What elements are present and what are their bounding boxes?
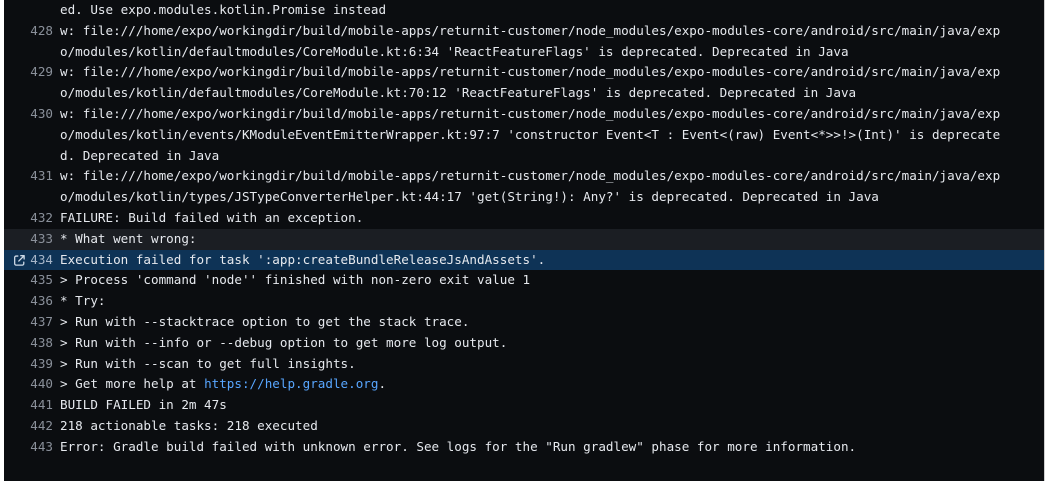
log-text: w: file:///home/expo/workingdir/build/mo… xyxy=(60,168,1001,184)
log-text: FAILURE: Build failed with an exception. xyxy=(60,209,364,225)
log-text: o/modules/kotlin/events/KModuleEventEmit… xyxy=(60,126,1001,142)
build-log-panel[interactable]: ed. Use expo.modules.kotlin.Promise inst… xyxy=(4,0,1045,481)
log-text: > Run with --stacktrace option to get th… xyxy=(60,313,470,329)
line-number[interactable]: 430 xyxy=(30,104,53,125)
log-line: o/modules/kotlin/defaultmodules/CoreModu… xyxy=(4,83,1044,104)
line-gutter xyxy=(4,83,60,104)
line-number[interactable]: 433 xyxy=(30,229,53,250)
log-text: o/modules/kotlin/defaultmodules/CoreModu… xyxy=(60,85,857,101)
log-text: Execution failed for task ':app:createBu… xyxy=(60,251,546,267)
log-line[interactable]: 430 w: file:///home/expo/workingdir/buil… xyxy=(4,104,1044,125)
line-number[interactable]: 436 xyxy=(30,291,53,312)
log-line: ed. Use expo.modules.kotlin.Promise inst… xyxy=(4,0,1044,21)
log-line[interactable]: 436 * Try: xyxy=(4,291,1044,312)
log-text: o/modules/kotlin/types/JSTypeConverterHe… xyxy=(60,189,879,205)
line-gutter: 429 xyxy=(4,62,60,83)
line-gutter: 440 xyxy=(4,374,60,395)
line-gutter: 435 xyxy=(4,270,60,291)
line-gutter xyxy=(4,42,60,63)
log-line[interactable]: 439 > Run with --scan to get full insigh… xyxy=(4,354,1044,375)
log-text: w: file:///home/expo/workingdir/build/mo… xyxy=(60,22,1001,38)
copy-link-icon[interactable] xyxy=(13,254,26,267)
line-gutter: 436 xyxy=(4,291,60,312)
line-gutter: 442 xyxy=(4,416,60,437)
line-number[interactable]: 440 xyxy=(30,374,53,395)
log-text: BUILD FAILED in 2m 47s xyxy=(60,397,227,413)
line-gutter xyxy=(4,0,60,21)
line-gutter xyxy=(4,125,60,146)
line-number[interactable]: 432 xyxy=(30,208,53,229)
log-line[interactable]: 438 > Run with --info or --debug option … xyxy=(4,333,1044,354)
log-line: o/modules/kotlin/types/JSTypeConverterHe… xyxy=(4,187,1044,208)
log-line[interactable]: 429 w: file:///home/expo/workingdir/buil… xyxy=(4,62,1044,83)
log-line[interactable]: 428 w: file:///home/expo/workingdir/buil… xyxy=(4,21,1044,42)
line-number[interactable]: 434 xyxy=(30,250,53,271)
log-text: > Run with --info or --debug option to g… xyxy=(60,334,508,350)
line-gutter xyxy=(4,187,60,208)
line-number[interactable]: 435 xyxy=(30,270,53,291)
line-gutter: 428 xyxy=(4,21,60,42)
page-frame: ed. Use expo.modules.kotlin.Promise inst… xyxy=(0,0,1054,494)
gradle-help-link[interactable]: https://help.gradle.org xyxy=(204,376,378,391)
log-text: * Try: xyxy=(60,293,106,309)
line-number[interactable]: 437 xyxy=(30,312,53,333)
line-number[interactable]: 438 xyxy=(30,333,53,354)
line-gutter: 437 xyxy=(4,312,60,333)
log-line-selected[interactable]: 434 Execution failed for task ':app:crea… xyxy=(4,249,1044,271)
log-line[interactable]: 440 > Get more help at https://help.grad… xyxy=(4,374,1044,395)
log-text: > Process 'command 'node'' finished with… xyxy=(60,272,531,288)
log-text: o/modules/kotlin/defaultmodules/CoreModu… xyxy=(60,43,849,59)
log-line: o/modules/kotlin/events/KModuleEventEmit… xyxy=(4,125,1044,146)
log-text: ed. Use expo.modules.kotlin.Promise inst… xyxy=(60,2,387,17)
log-text: 218 actionable tasks: 218 executed xyxy=(60,417,318,433)
log-line: o/modules/kotlin/defaultmodules/CoreModu… xyxy=(4,42,1044,63)
line-number[interactable]: 443 xyxy=(30,437,53,458)
line-gutter: 433 xyxy=(4,229,60,250)
log-line[interactable]: 442 218 actionable tasks: 218 executed xyxy=(4,416,1044,437)
log-text-after-link: . xyxy=(378,376,387,392)
log-text: * What went wrong: xyxy=(60,230,197,246)
line-number[interactable]: 439 xyxy=(30,354,53,375)
log-line[interactable]: 432 FAILURE: Build failed with an except… xyxy=(4,208,1044,229)
line-number[interactable]: 428 xyxy=(30,21,53,42)
log-text: w: file:///home/expo/workingdir/build/mo… xyxy=(60,105,1001,121)
log-text: w: file:///home/expo/workingdir/build/mo… xyxy=(60,64,1001,80)
log-line[interactable]: 431 w: file:///home/expo/workingdir/buil… xyxy=(4,166,1044,187)
log-text: d. Deprecated in Java xyxy=(60,147,220,163)
line-gutter: 432 xyxy=(4,208,60,229)
line-gutter: 441 xyxy=(4,395,60,416)
log-line[interactable]: 441 BUILD FAILED in 2m 47s xyxy=(4,395,1044,416)
line-gutter xyxy=(4,146,60,167)
line-number[interactable]: 429 xyxy=(30,62,53,83)
log-text: > Get more help at https://help.gradle.o… xyxy=(60,374,1044,395)
line-gutter: 443 xyxy=(4,437,60,458)
line-number[interactable]: 431 xyxy=(30,166,53,187)
log-text: > Run with --scan to get full insights. xyxy=(60,355,356,371)
line-gutter: 431 xyxy=(4,166,60,187)
log-text-before-link: > Get more help at xyxy=(60,376,205,392)
line-gutter: 438 xyxy=(4,333,60,354)
log-line[interactable]: 437 > Run with --stacktrace option to ge… xyxy=(4,312,1044,333)
line-gutter: 434 xyxy=(4,250,60,271)
line-number[interactable]: 441 xyxy=(30,395,53,416)
log-line: d. Deprecated in Java xyxy=(4,146,1044,167)
log-line[interactable]: 443 Error: Gradle build failed with unkn… xyxy=(4,437,1044,458)
log-line[interactable]: 435 > Process 'command 'node'' finished … xyxy=(4,270,1044,291)
log-line-hovered[interactable]: 433 * What went wrong: xyxy=(4,228,1044,250)
line-number[interactable]: 442 xyxy=(30,416,53,437)
line-gutter: 430 xyxy=(4,104,60,125)
line-gutter: 439 xyxy=(4,354,60,375)
log-text: Error: Gradle build failed with unknown … xyxy=(60,438,857,454)
